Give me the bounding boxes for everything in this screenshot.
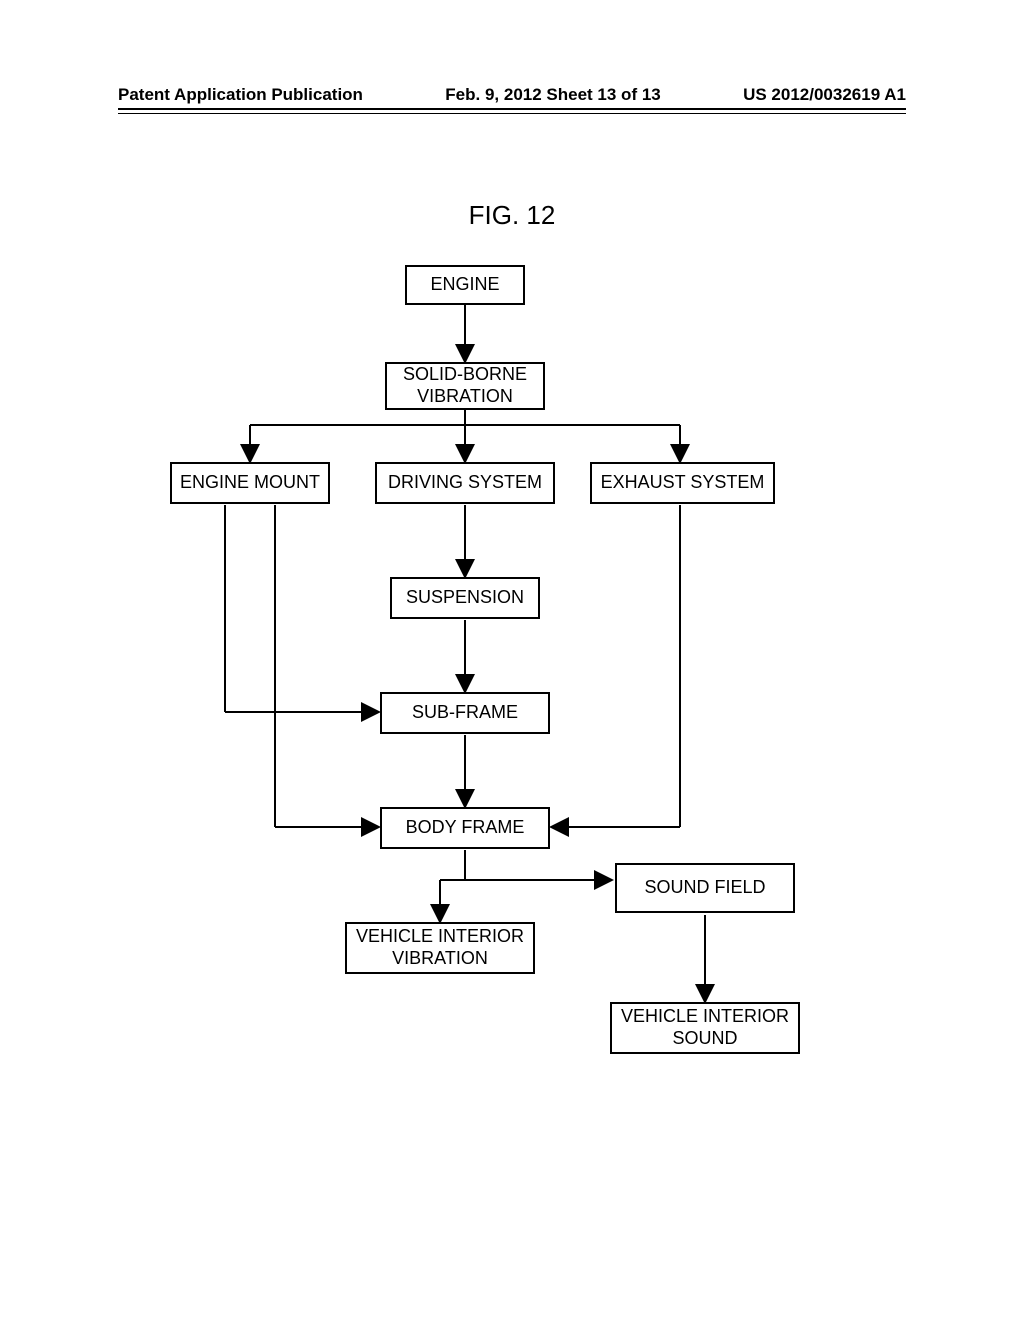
box-body-frame: BODY FRAME	[380, 807, 550, 849]
box-exhaust-system-label: EXHAUST SYSTEM	[601, 472, 765, 494]
box-driving-system: DRIVING SYSTEM	[375, 462, 555, 504]
box-engine: ENGINE	[405, 265, 525, 305]
page-header: Patent Application Publication Feb. 9, 2…	[118, 85, 906, 105]
box-driving-system-label: DRIVING SYSTEM	[388, 472, 542, 494]
header-center: Feb. 9, 2012 Sheet 13 of 13	[445, 85, 660, 105]
box-vehicle-interior-vibration-label: VEHICLE INTERIOR VIBRATION	[356, 926, 524, 969]
box-solid-borne-label: SOLID-BORNE VIBRATION	[403, 364, 527, 407]
box-engine-mount-label: ENGINE MOUNT	[180, 472, 320, 494]
box-sub-frame-label: SUB-FRAME	[412, 702, 518, 724]
header-rule-thin	[118, 113, 906, 114]
header-left: Patent Application Publication	[118, 85, 363, 105]
box-sub-frame: SUB-FRAME	[380, 692, 550, 734]
box-exhaust-system: EXHAUST SYSTEM	[590, 462, 775, 504]
header-rule	[118, 108, 906, 110]
box-sound-field: SOUND FIELD	[615, 863, 795, 913]
box-vehicle-interior-vibration: VEHICLE INTERIOR VIBRATION	[345, 922, 535, 974]
box-sound-field-label: SOUND FIELD	[644, 877, 765, 899]
box-suspension-label: SUSPENSION	[406, 587, 524, 609]
box-engine-mount: ENGINE MOUNT	[170, 462, 330, 504]
box-vehicle-interior-sound-label: VEHICLE INTERIOR SOUND	[621, 1006, 789, 1049]
box-body-frame-label: BODY FRAME	[406, 817, 525, 839]
figure-title: FIG. 12	[0, 200, 1024, 231]
header-right: US 2012/0032619 A1	[743, 85, 906, 105]
flowchart-diagram: ENGINE SOLID-BORNE VIBRATION ENGINE MOUN…	[180, 265, 840, 1085]
box-solid-borne-vibration: SOLID-BORNE VIBRATION	[385, 362, 545, 410]
box-engine-label: ENGINE	[430, 274, 499, 296]
box-suspension: SUSPENSION	[390, 577, 540, 619]
box-vehicle-interior-sound: VEHICLE INTERIOR SOUND	[610, 1002, 800, 1054]
